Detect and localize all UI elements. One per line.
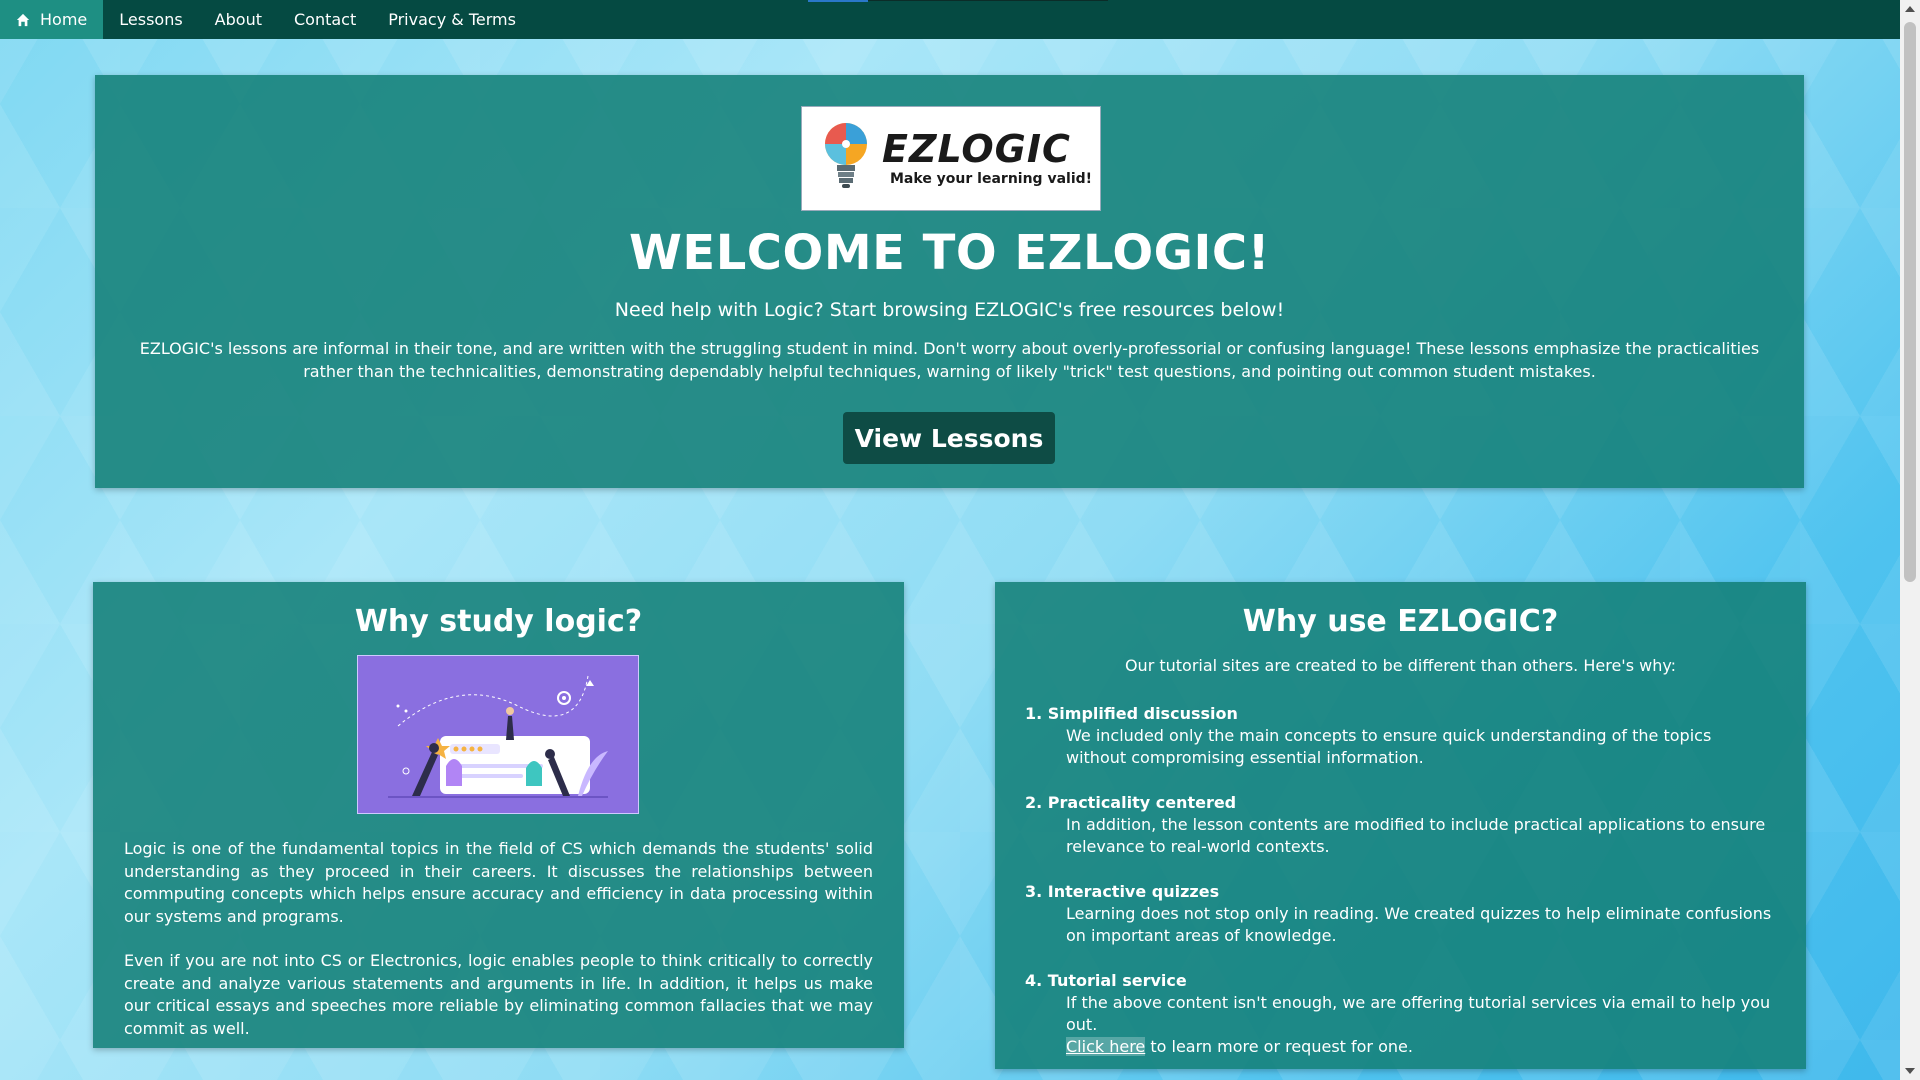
lightbulb-puzzle-icon <box>825 123 867 188</box>
hero-panel: EZLOGIC Make your learning valid! WELCOM… <box>95 75 1804 488</box>
nav-privacy-terms[interactable]: Privacy & Terms <box>372 0 532 39</box>
scroll-down-arrow-icon[interactable] <box>1905 1068 1915 1074</box>
nav-indicator <box>808 0 868 2</box>
nav-about[interactable]: About <box>199 0 278 39</box>
click-here-link[interactable]: Click here <box>1066 1037 1146 1056</box>
reason-text: If the above content isn't enough, we ar… <box>1066 993 1771 1034</box>
nav-privacy-label: Privacy & Terms <box>388 10 516 29</box>
why-study-paragraph-2: Even if you are not into CS or Electroni… <box>124 951 873 1038</box>
reason-text: In addition, the lesson contents are mod… <box>1066 815 1766 856</box>
reason-title: 4. Tutorial service <box>1025 971 1187 990</box>
reason-text: We included only the main concepts to en… <box>1066 726 1712 767</box>
page-scrollbar[interactable] <box>1900 0 1920 1080</box>
reason-item: 2. Practicality centered In addition, th… <box>1025 791 1776 858</box>
top-navbar: Home Lessons About Contact Privacy & Ter… <box>0 0 1900 39</box>
reasons-list: 1. Simplified discussion We included onl… <box>1025 702 1776 1080</box>
why-use-intro: Our tutorial sites are created to be dif… <box>1124 656 1677 675</box>
hero-description: EZLOGIC's lessons are informal in their … <box>139 339 1760 381</box>
nav-home-label: Home <box>40 10 88 29</box>
click-here-suffix: to learn more or request for one. <box>1145 1037 1413 1056</box>
hero-subtitle: Need help with Logic? Start browsing EZL… <box>614 299 1285 321</box>
scroll-up-arrow-icon[interactable] <box>1905 6 1915 12</box>
why-study-title: Why study logic? <box>354 604 643 639</box>
reason-item: 4. Tutorial service If the above content… <box>1025 969 1776 1058</box>
logo-tagline: Make your learning valid! <box>890 171 1093 187</box>
ezlogic-logo[interactable]: EZLOGIC Make your learning valid! <box>801 106 1101 211</box>
nav-contact[interactable]: Contact <box>278 0 372 39</box>
why-study-paragraph-1: Logic is one of the fundamental topics i… <box>124 839 873 926</box>
reason-item: 1. Simplified discussion We included onl… <box>1025 702 1776 769</box>
nav-lessons[interactable]: Lessons <box>103 0 198 39</box>
why-study-body: Logic is one of the fundamental topics i… <box>124 838 873 1062</box>
reason-title: 1. Simplified discussion <box>1025 704 1238 723</box>
nav-lessons-label: Lessons <box>119 10 183 29</box>
home-icon <box>16 13 30 26</box>
scroll-thumb[interactable] <box>1904 22 1916 582</box>
logo-wordmark: EZLOGIC <box>882 127 1071 171</box>
reason-text: Learning does not stop only in reading. … <box>1066 904 1772 945</box>
why-use-card: Why use EZLOGIC? Our tutorial sites are … <box>995 582 1806 1069</box>
nav-home[interactable]: Home <box>0 0 104 39</box>
why-use-title: Why use EZLOGIC? <box>1242 604 1559 639</box>
reason-title: 2. Practicality centered <box>1025 793 1237 812</box>
hero-title: WELCOME TO EZLOGIC! <box>628 225 1271 281</box>
view-lessons-button[interactable]: View Lessons <box>843 412 1055 464</box>
nav-contact-label: Contact <box>293 10 357 29</box>
nav-indicator-track <box>868 0 1108 1</box>
feedback-illustration <box>357 655 639 814</box>
why-study-card: Why study logic? Logic is one of the fun… <box>93 582 904 1048</box>
reason-item: 3. Interactive quizzes Learning does not… <box>1025 880 1776 947</box>
nav-about-label: About <box>214 10 262 29</box>
reason-title: 3. Interactive quizzes <box>1025 882 1220 901</box>
reason-text-block: If the above content isn't enough, we ar… <box>1025 992 1776 1058</box>
